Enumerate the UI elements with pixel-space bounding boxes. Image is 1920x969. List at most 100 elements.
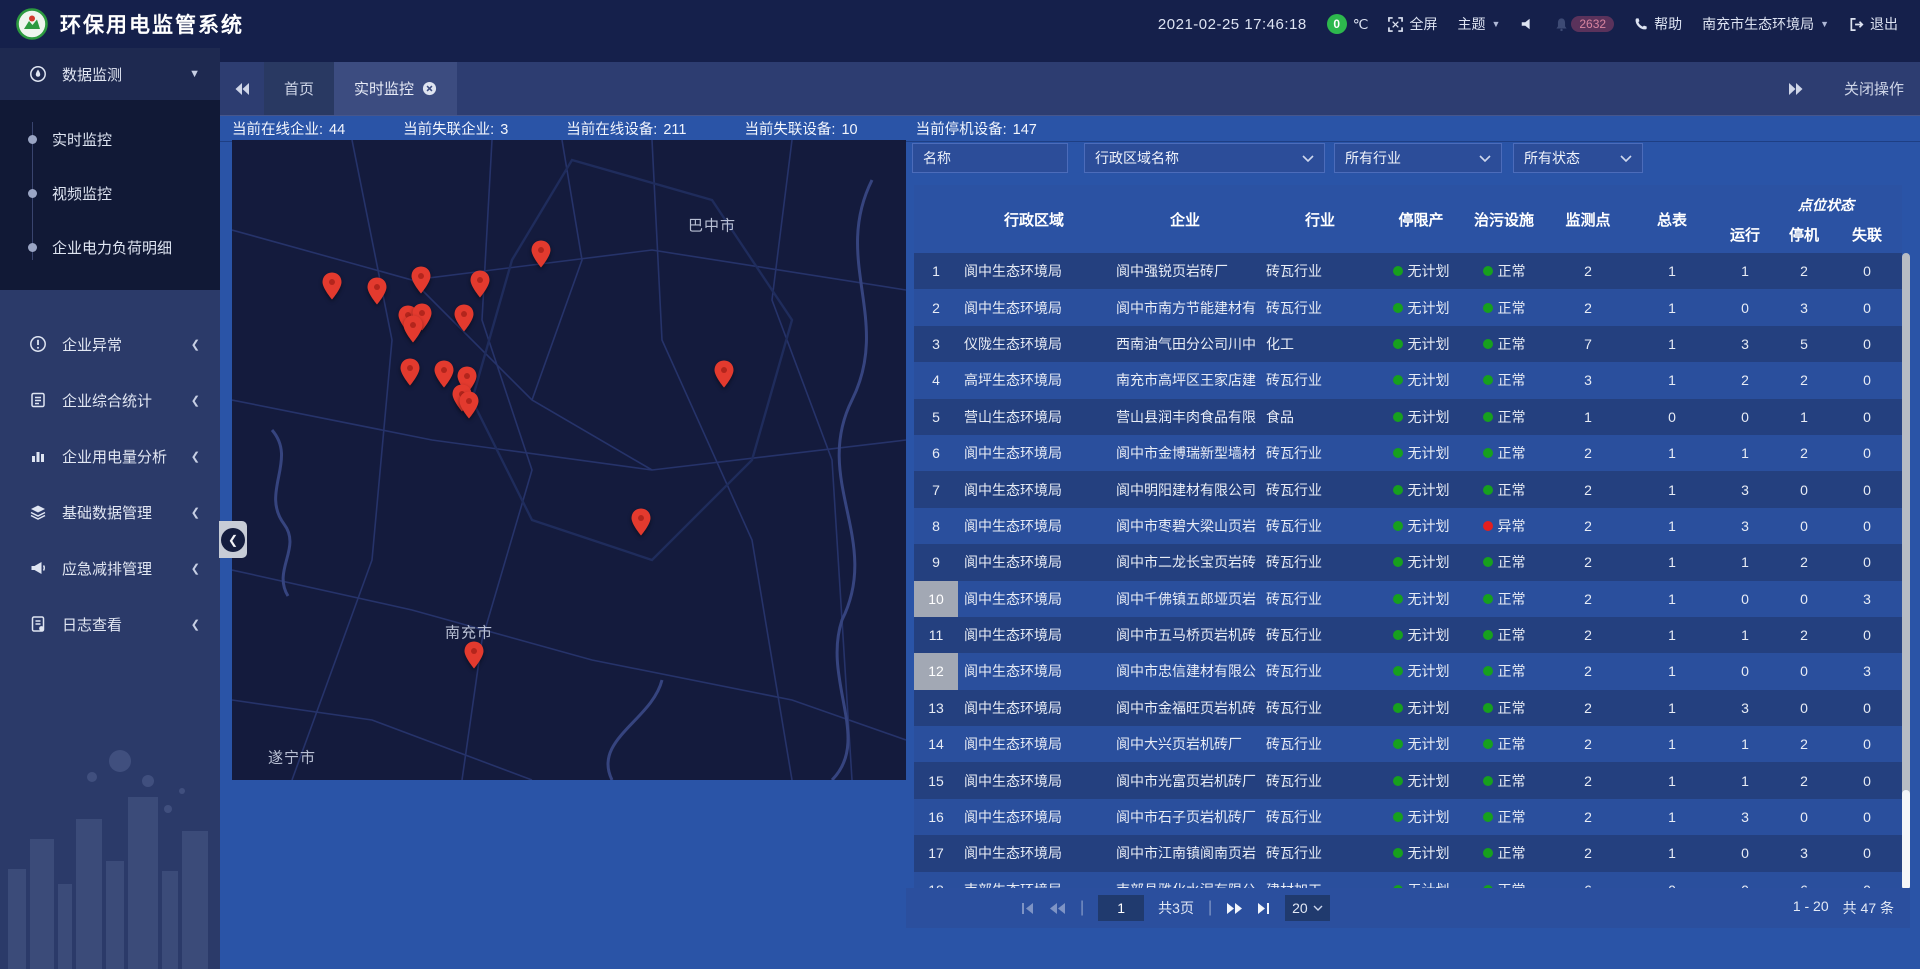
sidebar-item-video-monitoring[interactable]: 视频监控 [0,166,220,220]
sidebar-item-company-abnormal[interactable]: 企业异常 ❮ [0,316,220,372]
map-pin-icon[interactable] [470,271,490,298]
tabs-scroll-left-button[interactable] [220,62,264,115]
logout-button[interactable]: 退出 [1849,14,1898,34]
row-points: 7 [1546,326,1630,362]
tab-home[interactable]: 首页 [264,62,334,115]
close-operations-menu[interactable]: 关闭操作 [1844,78,1904,99]
name-search-input[interactable] [912,143,1068,173]
exit-icon [1849,17,1864,32]
table-row[interactable]: 14 阆中生态环境局 阆中大兴页岩机砖厂 砖瓦行业 无计划 正常 2 1 1 2… [914,726,1902,762]
table-row[interactable]: 2 阆中生态环境局 阆中市南方节能建材有 砖瓦行业 无计划 正常 2 1 0 3… [914,289,1902,325]
map-pin-icon[interactable] [400,359,420,386]
status-dot [1483,412,1493,422]
tabs-scroll-right-button[interactable] [1774,82,1818,96]
page-number-input[interactable]: 1 [1098,895,1144,921]
row-run: 1 [1714,726,1776,762]
sidebar-collapse-button[interactable]: ❮ [219,521,247,558]
org-menu[interactable]: 南充市生态环境局 ▼ [1702,14,1829,34]
row-meter: 0 [1630,399,1714,435]
row-points: 2 [1546,581,1630,617]
notifications-button[interactable]: 2632 [1554,16,1614,32]
row-stop: 2 [1776,617,1832,653]
table-row[interactable]: 16 阆中生态环境局 阆中市石子页岩机砖厂 砖瓦行业 无计划 正常 2 1 3 … [914,799,1902,835]
table-row[interactable]: 11 阆中生态环境局 阆中市五马桥页岩机砖 砖瓦行业 无计划 正常 2 1 1 … [914,617,1902,653]
industry-select[interactable]: 所有行业 [1334,143,1502,173]
map-panel[interactable]: 巴中市南充市遂宁市 [232,140,906,780]
theme-menu[interactable]: 主题 ▼ [1457,14,1500,34]
name-input[interactable] [923,150,1057,166]
map-pin-icon[interactable] [531,241,551,268]
row-industry: 砖瓦行业 [1260,253,1380,289]
sidebar-item-data-monitoring[interactable]: 数据监测 ▼ [0,48,220,100]
row-limit-status: 无计划 [1380,799,1462,835]
status-dot [1483,303,1493,313]
row-facility-status: 正常 [1462,362,1546,398]
table-row[interactable]: 12 阆中生态环境局 阆中市忠信建材有限公 砖瓦行业 无计划 正常 2 1 0 … [914,653,1902,689]
row-index: 1 [914,253,958,289]
last-page-button[interactable] [1257,902,1271,915]
row-facility-status: 正常 [1462,289,1546,325]
table-scrollbar[interactable] [1902,253,1910,890]
speaker-icon [1520,17,1534,31]
map-pin-icon[interactable] [367,278,387,305]
total-count-label: 共 47 条 [1843,898,1894,918]
map-pin-icon[interactable] [631,509,651,536]
header-strip [220,48,1920,62]
table-row[interactable]: 13 阆中生态环境局 阆中市金福旺页岩机砖 砖瓦行业 无计划 正常 2 1 3 … [914,690,1902,726]
table-row[interactable]: 1 阆中生态环境局 阆中强锐页岩砖厂 砖瓦行业 无计划 正常 2 1 1 2 0 [914,253,1902,289]
close-icon[interactable] [422,81,437,96]
row-region: 阆中生态环境局 [958,581,1110,617]
row-lost: 0 [1832,617,1902,653]
sidebar-item-base-data[interactable]: 基础数据管理 ❮ [0,484,220,540]
column-header-index [914,185,958,253]
tab-realtime-monitoring[interactable]: 实时监控 [334,62,457,115]
chevron-down-icon [1302,155,1314,162]
table-row[interactable]: 15 阆中生态环境局 阆中市光富页岩机砖厂 砖瓦行业 无计划 正常 2 1 1 … [914,762,1902,798]
row-limit-status: 无计划 [1380,762,1462,798]
map-pin-icon[interactable] [454,305,474,332]
status-select[interactable]: 所有状态 [1513,143,1643,173]
row-company: 阆中市五马桥页岩机砖 [1110,617,1260,653]
fullscreen-button[interactable]: 全屏 [1388,14,1437,34]
table-row[interactable]: 10 阆中生态环境局 阆中千佛镇五郎垭页岩 砖瓦行业 无计划 正常 2 1 0 … [914,581,1902,617]
sidebar-item-company-statistics[interactable]: 企业综合统计 ❮ [0,372,220,428]
sidebar-item-power-load-detail[interactable]: 企业电力负荷明细 [0,220,220,274]
map-pin-icon[interactable] [403,316,423,343]
map-pin-icon[interactable] [464,642,484,669]
map-pin-icon[interactable] [459,392,479,419]
row-lost: 0 [1832,399,1902,435]
mute-button[interactable] [1520,17,1534,31]
table-row[interactable]: 4 高坪生态环境局 南充市高坪区王家店建 砖瓦行业 无计划 正常 3 1 2 2… [914,362,1902,398]
scrollbar-thumb[interactable] [1902,790,1910,890]
map-pin-icon[interactable] [322,273,342,300]
table-row[interactable]: 9 阆中生态环境局 阆中市二龙长宝页岩砖 砖瓦行业 无计划 正常 2 1 1 2… [914,544,1902,580]
row-index: 4 [914,362,958,398]
row-lost: 3 [1832,653,1902,689]
map-pin-icon[interactable] [434,361,454,388]
sidebar-item-realtime-monitoring[interactable]: 实时监控 [0,112,220,166]
first-page-button[interactable] [1021,902,1035,915]
row-facility-status: 正常 [1462,726,1546,762]
map-pin-icon[interactable] [714,361,734,388]
row-region: 高坪生态环境局 [958,362,1110,398]
help-button[interactable]: 帮助 [1634,14,1682,34]
row-meter: 1 [1630,326,1714,362]
sidebar-item-power-analysis[interactable]: 企业用电量分析 ❮ [0,428,220,484]
row-index: 9 [914,544,958,580]
table-row[interactable]: 5 营山生态环境局 营山县润丰肉食品有限 食品 无计划 正常 1 0 0 1 0 [914,399,1902,435]
region-select[interactable]: 行政区域名称 [1084,143,1325,173]
table-row[interactable]: 3 仪陇生态环境局 西南油气田分公司川中 化工 无计划 正常 7 1 3 5 0 [914,326,1902,362]
sidebar-item-log-view[interactable]: 日志查看 ❮ [0,596,220,652]
table-row[interactable]: 17 阆中生态环境局 阆中市江南镇阆南页岩 砖瓦行业 无计划 正常 2 1 0 … [914,835,1902,871]
table-row[interactable]: 6 阆中生态环境局 阆中市金博瑞新型墙材 砖瓦行业 无计划 正常 2 1 1 2… [914,435,1902,471]
top-header: 环保用电监管系统 2021-02-25 17:46:18 0 ℃ 全屏 主题 ▼ [0,0,1920,48]
previous-page-button[interactable] [1049,902,1066,915]
map-pin-icon[interactable] [411,267,431,294]
table-row[interactable]: 7 阆中生态环境局 阆中明阳建材有限公司 砖瓦行业 无计划 正常 2 1 3 0… [914,471,1902,507]
sidebar-item-emergency-reduction[interactable]: 应急减排管理 ❮ [0,540,220,596]
row-meter: 1 [1630,435,1714,471]
page-size-select[interactable]: 20 [1285,895,1330,921]
next-page-button[interactable] [1226,902,1243,915]
row-meter: 1 [1630,690,1714,726]
table-row[interactable]: 8 阆中生态环境局 阆中市枣碧大梁山页岩 砖瓦行业 无计划 异常 2 1 3 0… [914,508,1902,544]
